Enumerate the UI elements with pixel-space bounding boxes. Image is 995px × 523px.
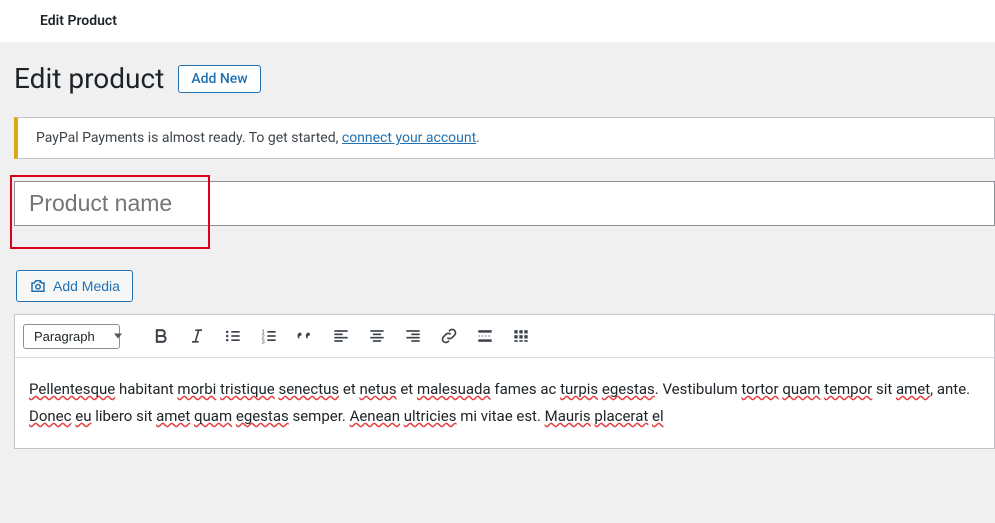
read-more-icon	[475, 326, 495, 346]
italic-button[interactable]	[180, 321, 214, 351]
ul-button[interactable]	[216, 321, 250, 351]
align-left-button[interactable]	[324, 321, 358, 351]
editor-content[interactable]: Pellentesque habitant morbi tristique se…	[15, 358, 994, 448]
italic-icon	[187, 326, 207, 346]
notice-text-after: .	[476, 130, 480, 146]
align-center-icon	[367, 326, 387, 346]
svg-text:3: 3	[262, 340, 265, 346]
align-right-button[interactable]	[396, 321, 430, 351]
format-select-wrap: Paragraph	[23, 324, 130, 349]
align-left-icon	[331, 326, 351, 346]
connect-account-link[interactable]: connect your account	[342, 130, 476, 146]
add-new-button[interactable]: Add New	[178, 65, 260, 93]
add-media-button[interactable]: Add Media	[16, 270, 133, 302]
link-icon	[439, 326, 459, 346]
header-title: Edit Product	[40, 13, 117, 29]
toolbar-toggle-button[interactable]	[504, 321, 538, 351]
editor-toolbar: Paragraph 123	[15, 315, 994, 358]
page-content: Edit product Add New PayPal Payments is …	[0, 42, 995, 449]
editor-box: Paragraph 123	[14, 314, 995, 449]
quote-icon	[295, 326, 315, 346]
toolbar-toggle-icon	[511, 326, 531, 346]
read-more-button[interactable]	[468, 321, 502, 351]
page-title-row: Edit product Add New	[14, 62, 995, 95]
bold-icon	[151, 326, 171, 346]
align-right-icon	[403, 326, 423, 346]
page-title: Edit product	[14, 62, 164, 95]
ol-icon: 123	[259, 326, 279, 346]
format-select[interactable]: Paragraph	[23, 324, 120, 349]
align-center-button[interactable]	[360, 321, 394, 351]
paypal-notice: PayPal Payments is almost ready. To get …	[14, 117, 995, 159]
bold-button[interactable]	[144, 321, 178, 351]
add-media-label: Add Media	[53, 278, 120, 294]
camera-icon	[29, 277, 47, 295]
quote-button[interactable]	[288, 321, 322, 351]
ol-button[interactable]: 123	[252, 321, 286, 351]
top-header: Edit Product	[0, 0, 995, 42]
ul-icon	[223, 326, 243, 346]
product-title-wrap	[14, 181, 995, 226]
notice-text-before: PayPal Payments is almost ready. To get …	[36, 130, 342, 146]
link-button[interactable]	[432, 321, 466, 351]
product-name-input[interactable]	[14, 181, 995, 226]
